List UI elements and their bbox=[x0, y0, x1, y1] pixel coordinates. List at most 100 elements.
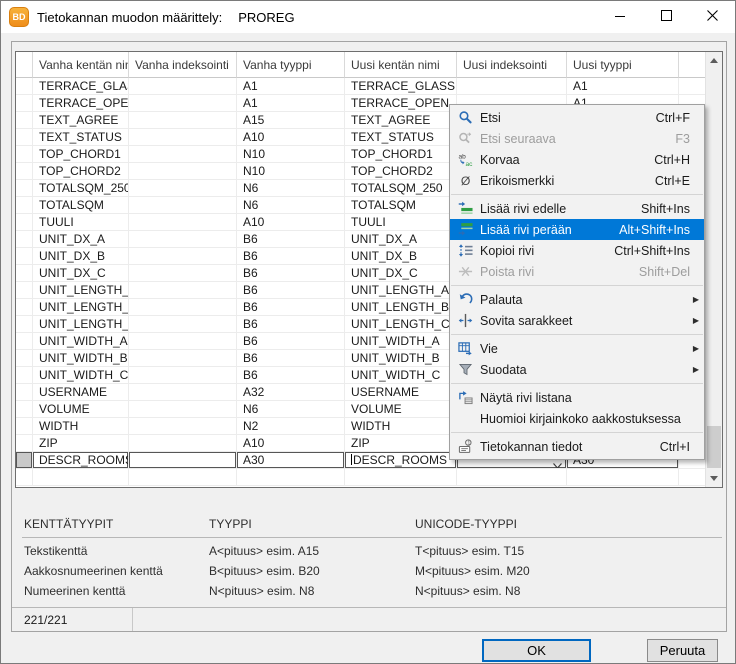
grid-cell-old_index[interactable] bbox=[129, 333, 237, 350]
grid-cell-new_name[interactable]: UNIT_DX_A bbox=[345, 231, 457, 248]
grid-cell-old_index[interactable] bbox=[129, 214, 237, 231]
grid-cell-empty[interactable] bbox=[345, 469, 457, 486]
grid-cell-old_index[interactable] bbox=[129, 231, 237, 248]
menu-item-huomioi-kirjainkoko-aakkostuksessa[interactable]: Huomioi kirjainkoko aakkostuksessa bbox=[450, 408, 704, 429]
grid-cell-old_type[interactable]: B6 bbox=[237, 333, 345, 350]
grid-cell-empty[interactable] bbox=[457, 469, 567, 486]
grid-cell-old_name[interactable]: TUULI bbox=[33, 214, 129, 231]
row-header-cell[interactable] bbox=[16, 112, 33, 129]
grid-cell-old_index[interactable] bbox=[129, 95, 237, 112]
grid-cell-old_name[interactable]: UNIT_LENGTH_C bbox=[33, 316, 129, 333]
grid-cell-new_type[interactable]: A1 bbox=[567, 78, 679, 95]
grid-cell-old_type[interactable]: A32 bbox=[237, 384, 345, 401]
grid-cell-old_type[interactable]: N10 bbox=[237, 163, 345, 180]
grid-cell-new_name[interactable]: UNIT_LENGTH_C bbox=[345, 316, 457, 333]
grid-cell-old_type[interactable]: A1 bbox=[237, 95, 345, 112]
grid-cell-old_type[interactable]: N10 bbox=[237, 146, 345, 163]
scrollbar-thumb[interactable] bbox=[707, 426, 721, 468]
grid-cell-old_index[interactable] bbox=[129, 129, 237, 146]
grid-cell-old_type[interactable]: N6 bbox=[237, 401, 345, 418]
close-button[interactable] bbox=[689, 1, 735, 33]
grid-cell-old_index[interactable] bbox=[129, 367, 237, 384]
grid-cell-old_index[interactable] bbox=[129, 265, 237, 282]
menu-item-kopioi-rivi[interactable]: Kopioi riviCtrl+Shift+Ins bbox=[450, 240, 704, 261]
grid-cell-old_index[interactable] bbox=[129, 316, 237, 333]
row-header-cell[interactable] bbox=[16, 78, 33, 95]
maximize-button[interactable] bbox=[643, 1, 689, 33]
grid-cell-old_name[interactable]: UNIT_DX_B bbox=[33, 248, 129, 265]
ok-button[interactable]: OK bbox=[482, 639, 591, 662]
column-header-4[interactable]: Uusi kentän nimi bbox=[345, 52, 457, 78]
menu-item-lisää-rivi-perään[interactable]: Lisää rivi peräänAlt+Shift+Ins bbox=[450, 219, 704, 240]
grid-cell-old_name[interactable]: UNIT_WIDTH_C bbox=[33, 367, 129, 384]
column-header-3[interactable]: Vanha tyyppi bbox=[237, 52, 345, 78]
cancel-button[interactable]: Peruuta bbox=[647, 639, 718, 662]
row-header-cell[interactable] bbox=[16, 350, 33, 367]
grid-cell-new_name[interactable]: UNIT_DX_C bbox=[345, 265, 457, 282]
grid-cell-old_name[interactable]: TOTALSQM_250 bbox=[33, 180, 129, 197]
grid-cell-new_name[interactable]: TERRACE_OPEN bbox=[345, 95, 457, 112]
grid-cell-old_name[interactable]: ZIP bbox=[33, 435, 129, 452]
grid-cell-old_name[interactable]: UNIT_DX_C bbox=[33, 265, 129, 282]
grid-cell-old_index[interactable] bbox=[129, 452, 237, 469]
menu-item-tietokannan-tiedot[interactable]: 1Tietokannan tiedotCtrl+I bbox=[450, 436, 704, 457]
row-header-cell[interactable] bbox=[16, 214, 33, 231]
grid-cell-empty[interactable] bbox=[567, 469, 679, 486]
grid-cell-old_name[interactable]: UNIT_LENGTH_B bbox=[33, 299, 129, 316]
grid-cell-new_name[interactable]: USERNAME bbox=[345, 384, 457, 401]
grid-cell-old_type[interactable]: B6 bbox=[237, 316, 345, 333]
grid-cell-new_index[interactable] bbox=[457, 78, 567, 95]
menu-item-sovita-sarakkeet[interactable]: Sovita sarakkeet▶ bbox=[450, 310, 704, 331]
grid-cell-old_name[interactable]: TERRACE_OPEN bbox=[33, 95, 129, 112]
grid-cell-old_type[interactable]: A15 bbox=[237, 112, 345, 129]
grid-cell-old_name[interactable]: TERRACE_GLASS bbox=[33, 78, 129, 95]
grid-cell-old_index[interactable] bbox=[129, 401, 237, 418]
grid-cell-old_name[interactable]: TOP_CHORD2 bbox=[33, 163, 129, 180]
titlebar[interactable]: BD Tietokannan muodon määrittely: PROREG bbox=[1, 1, 735, 33]
row-header-cell[interactable] bbox=[16, 299, 33, 316]
grid-cell-old_index[interactable] bbox=[129, 146, 237, 163]
grid-cell-old_index[interactable] bbox=[129, 435, 237, 452]
grid-cell-new_name[interactable]: TOTALSQM_250 bbox=[345, 180, 457, 197]
column-header-2[interactable]: Vanha indeksointi bbox=[129, 52, 237, 78]
menu-item-korvaa[interactable]: abacKorvaaCtrl+H bbox=[450, 149, 704, 170]
grid-cell-new_name[interactable]: TERRACE_GLASS bbox=[345, 78, 457, 95]
row-header-cell[interactable] bbox=[16, 146, 33, 163]
column-header-1[interactable]: Vanha kentän nimi bbox=[33, 52, 129, 78]
grid-cell-old_index[interactable] bbox=[129, 180, 237, 197]
grid-cell-old_index[interactable] bbox=[129, 163, 237, 180]
vertical-scrollbar[interactable] bbox=[705, 52, 722, 487]
grid-cell-old_type[interactable]: A1 bbox=[237, 78, 345, 95]
grid-cell-new_name[interactable]: VOLUME bbox=[345, 401, 457, 418]
grid-cell-new_name[interactable]: UNIT_WIDTH_A bbox=[345, 333, 457, 350]
row-header-cell[interactable] bbox=[16, 316, 33, 333]
grid-cell-empty[interactable] bbox=[679, 469, 705, 486]
grid-cell-empty[interactable] bbox=[33, 469, 129, 486]
grid-cell-old_type[interactable]: A30 bbox=[237, 452, 345, 469]
grid-cell-new_name[interactable]: UNIT_WIDTH_B bbox=[345, 350, 457, 367]
row-header-cell[interactable] bbox=[16, 197, 33, 214]
row-header-cell[interactable] bbox=[16, 95, 33, 112]
grid-cell-new_name[interactable]: UNIT_WIDTH_C bbox=[345, 367, 457, 384]
grid-cell-new_name[interactable]: ZIP bbox=[345, 435, 457, 452]
empty-row[interactable] bbox=[16, 469, 705, 486]
grid-cell-old_type[interactable]: B6 bbox=[237, 299, 345, 316]
grid-cell-old_type[interactable]: N2 bbox=[237, 418, 345, 435]
grid-cell-old_index[interactable] bbox=[129, 248, 237, 265]
grid-cell-old_name[interactable]: TEXT_AGREE bbox=[33, 112, 129, 129]
grid-cell-old_type[interactable]: A10 bbox=[237, 214, 345, 231]
scroll-down-button[interactable] bbox=[706, 470, 722, 487]
row-header-cell[interactable] bbox=[16, 163, 33, 180]
row-header-cell[interactable] bbox=[16, 418, 33, 435]
grid-cell-old_type[interactable]: B6 bbox=[237, 282, 345, 299]
grid-corner-header[interactable] bbox=[16, 52, 33, 78]
row-header-cell[interactable] bbox=[16, 180, 33, 197]
grid-cell-old_index[interactable] bbox=[129, 350, 237, 367]
grid-cell-new_name[interactable]: TEXT_STATUS bbox=[345, 129, 457, 146]
grid-cell-new_name[interactable]: TOP_CHORD2 bbox=[345, 163, 457, 180]
grid-cell-new_name[interactable]: DESCR_ROOMS bbox=[345, 452, 457, 469]
grid-cell-old_type[interactable]: B6 bbox=[237, 350, 345, 367]
menu-item-suodata[interactable]: Suodata▶ bbox=[450, 359, 704, 380]
grid-cell-old_type[interactable]: N6 bbox=[237, 180, 345, 197]
menu-item-lisää-rivi-edelle[interactable]: Lisää rivi edelleShift+Ins bbox=[450, 198, 704, 219]
